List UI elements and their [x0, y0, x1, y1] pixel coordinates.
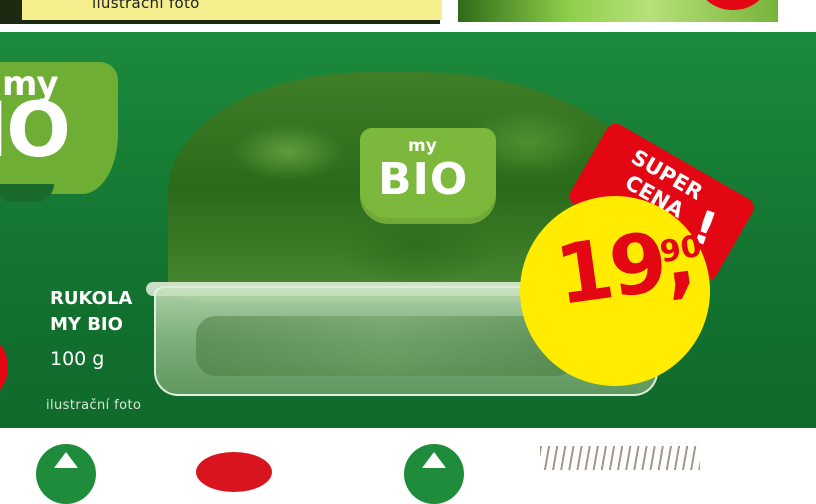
my-bio-logo-bio: IO: [0, 85, 71, 174]
product-name-line2: MY BIO: [50, 314, 123, 335]
product-name-line1: RUKOLA: [50, 288, 133, 309]
tree-icon: [404, 444, 464, 504]
tray-visible-leaves: [196, 316, 576, 376]
sticker-bio: BIO: [378, 154, 469, 205]
next-row-tomato-image: [196, 452, 272, 492]
product-name: RUKOLA MY BIO: [50, 286, 132, 338]
next-row-herb-image: [540, 446, 700, 470]
illustration-note: ilustrační foto: [46, 398, 142, 413]
tree-icon: [36, 444, 96, 504]
previous-row-caption: ilustrační foto: [92, 0, 200, 12]
sticker-my: my: [408, 136, 437, 156]
price-decimals: 90: [657, 228, 705, 271]
my-bio-logo: my IO: [0, 62, 118, 202]
my-bio-sticker: my BIO: [360, 128, 496, 224]
previous-row: ilustrační foto: [0, 0, 816, 24]
product-weight: 100 g: [50, 348, 105, 370]
previous-row-caption-box: ilustrační foto: [22, 0, 442, 20]
